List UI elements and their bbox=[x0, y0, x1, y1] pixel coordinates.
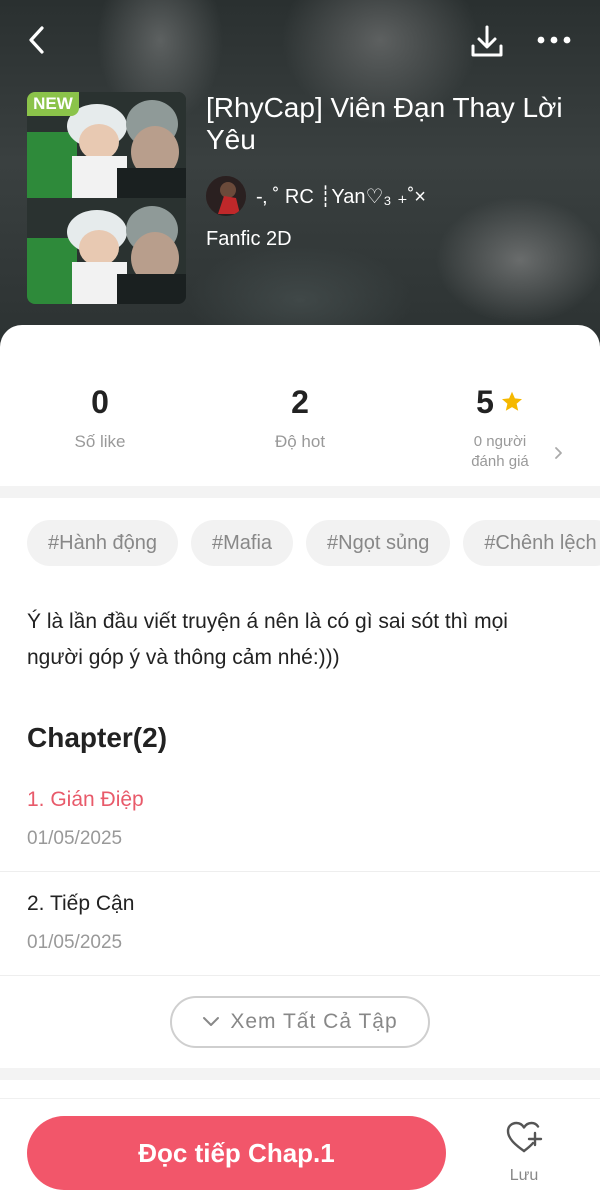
likes-label: Số like bbox=[74, 432, 126, 451]
rating-value: 5 bbox=[476, 384, 494, 420]
view-all-chapters-button[interactable]: Xem Tất Cả Tập bbox=[170, 996, 430, 1048]
chapter-item-1[interactable]: 1. Gián Điệp 01/05/2025 bbox=[0, 768, 600, 870]
hot-count: 2 bbox=[291, 384, 309, 420]
heart-plus-icon bbox=[506, 1121, 543, 1153]
stats-row: 0 Số like 2 Độ hot 5 0 người đánh giá bbox=[0, 380, 600, 480]
author-name: -‚ ˚ RC ┊Yan♡₃ ₊˚× bbox=[256, 185, 426, 208]
download-icon bbox=[471, 25, 503, 57]
more-button[interactable] bbox=[532, 22, 576, 58]
back-button[interactable] bbox=[22, 22, 54, 58]
rating-value-row: 5 bbox=[400, 380, 600, 424]
view-all-label: Xem Tất Cả Tập bbox=[230, 1010, 398, 1033]
new-badge: NEW bbox=[27, 92, 79, 116]
row-divider bbox=[0, 975, 600, 976]
chapter-item-2[interactable]: 2. Tiếp Cận 01/05/2025 bbox=[0, 872, 600, 974]
tag-item[interactable]: #Hành động bbox=[27, 520, 178, 566]
chapter-date: 01/05/2025 bbox=[27, 828, 123, 849]
rating-label: 0 người đánh giá bbox=[400, 432, 600, 472]
rating-count-label: 0 người bbox=[473, 433, 527, 450]
continue-reading-button[interactable]: Đọc tiếp Chap.1 bbox=[27, 1116, 446, 1190]
hot-label: Độ hot bbox=[274, 432, 326, 451]
stat-likes: 0 Số like bbox=[0, 380, 200, 452]
section-divider bbox=[0, 486, 600, 498]
likes-count: 0 bbox=[91, 384, 109, 420]
rating-label-text: đánh giá bbox=[471, 453, 529, 470]
cover-image bbox=[27, 92, 186, 304]
chevron-left-icon bbox=[29, 26, 44, 54]
download-button[interactable] bbox=[468, 22, 506, 60]
chapter-heading: Chapter(2) bbox=[27, 722, 168, 753]
tag-item[interactable]: #Chênh lệch bbox=[463, 520, 600, 566]
author-avatar bbox=[206, 176, 246, 216]
chevron-down-icon bbox=[203, 1017, 220, 1026]
author-link[interactable]: -‚ ˚ RC ┊Yan♡₃ ₊˚× bbox=[206, 176, 426, 216]
story-title: [RhyCap] Viên Đạn Thay Lời Yêu bbox=[206, 92, 563, 155]
save-button[interactable]: Lưu bbox=[496, 1120, 552, 1190]
tag-item[interactable]: #Ngọt sủng bbox=[306, 520, 451, 566]
genre-label: Fanfic 2D bbox=[206, 228, 292, 250]
save-label: Lưu bbox=[509, 1167, 539, 1184]
stat-rating[interactable]: 5 0 người đánh giá bbox=[400, 380, 600, 472]
story-description: Ý là lần đầu viết truyện á nên là có gì … bbox=[27, 610, 508, 669]
star-icon bbox=[501, 391, 522, 411]
stat-hot: 2 Độ hot bbox=[200, 380, 400, 452]
chapter-date: 01/05/2025 bbox=[27, 932, 123, 953]
chapter-title: 1. Gián Điệp bbox=[27, 788, 144, 811]
tag-list: #Hành động #Mafia #Ngọt sủng #Chênh lệch bbox=[27, 520, 600, 566]
section-divider bbox=[0, 1068, 600, 1080]
top-bar bbox=[0, 18, 600, 62]
more-horizontal-icon bbox=[537, 36, 571, 44]
tag-item[interactable]: #Mafia bbox=[190, 520, 294, 566]
chevron-right-icon[interactable] bbox=[552, 444, 566, 462]
chapter-title: 2. Tiếp Cận bbox=[27, 892, 135, 915]
